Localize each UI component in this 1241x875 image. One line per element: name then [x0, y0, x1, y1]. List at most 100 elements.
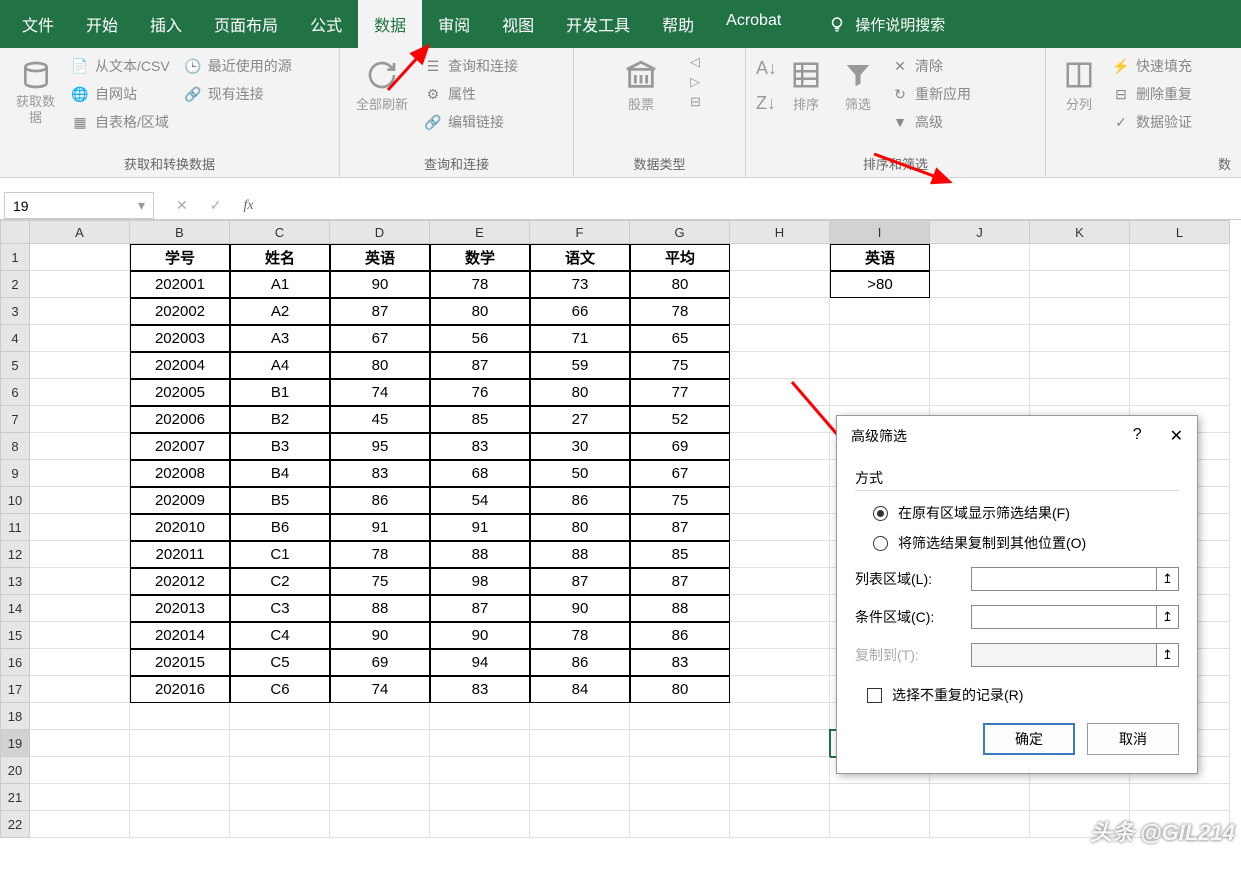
cell[interactable]: 202009 — [130, 487, 230, 514]
cell[interactable] — [730, 487, 830, 514]
cell[interactable] — [730, 460, 830, 487]
cell[interactable] — [330, 784, 430, 811]
cell[interactable]: 27 — [530, 406, 630, 433]
cell[interactable] — [30, 433, 130, 460]
filter-button[interactable]: 筛选 — [835, 54, 881, 117]
row-header[interactable]: 1 — [0, 244, 30, 271]
cell[interactable]: 88 — [430, 541, 530, 568]
dropdown-icon[interactable]: ▾ — [138, 197, 145, 214]
cell[interactable] — [30, 784, 130, 811]
cell[interactable] — [130, 811, 230, 838]
cell[interactable]: A4 — [230, 352, 330, 379]
cell[interactable]: 86 — [330, 487, 430, 514]
cell[interactable] — [530, 730, 630, 757]
row-header[interactable]: 20 — [0, 757, 30, 784]
cell[interactable] — [1130, 244, 1230, 271]
cell[interactable] — [330, 811, 430, 838]
cell[interactable] — [230, 811, 330, 838]
cell[interactable] — [730, 730, 830, 757]
cell[interactable]: 学号 — [130, 244, 230, 271]
cell[interactable] — [230, 784, 330, 811]
cell[interactable] — [730, 541, 830, 568]
cell[interactable] — [1130, 298, 1230, 325]
cell[interactable]: 83 — [630, 649, 730, 676]
cell[interactable]: 88 — [630, 595, 730, 622]
cell[interactable] — [430, 757, 530, 784]
cell[interactable] — [130, 730, 230, 757]
cell[interactable] — [530, 784, 630, 811]
cell[interactable]: 95 — [330, 433, 430, 460]
cell[interactable] — [30, 811, 130, 838]
cell[interactable] — [30, 595, 130, 622]
cell[interactable]: 74 — [330, 379, 430, 406]
cell[interactable] — [630, 703, 730, 730]
tab-文件[interactable]: 文件 — [6, 0, 70, 48]
get-data-button[interactable]: 获取数 据 — [10, 54, 61, 129]
range-picker-icon[interactable]: ↥ — [1157, 605, 1179, 629]
cell[interactable]: 80 — [430, 298, 530, 325]
dialog-help-button[interactable]: ? — [1133, 426, 1142, 446]
cell[interactable] — [730, 379, 830, 406]
column-header[interactable]: K — [1030, 220, 1130, 244]
column-header[interactable]: H — [730, 220, 830, 244]
cell[interactable] — [1030, 784, 1130, 811]
cell[interactable]: C3 — [230, 595, 330, 622]
column-header[interactable]: I — [830, 220, 930, 244]
cell[interactable] — [30, 622, 130, 649]
cell[interactable]: 76 — [430, 379, 530, 406]
column-header[interactable]: F — [530, 220, 630, 244]
cell[interactable] — [230, 730, 330, 757]
cell[interactable]: 202003 — [130, 325, 230, 352]
row-header[interactable]: 15 — [0, 622, 30, 649]
cell[interactable]: 78 — [430, 271, 530, 298]
cell[interactable] — [30, 271, 130, 298]
tab-帮助[interactable]: 帮助 — [646, 0, 710, 48]
cell[interactable] — [730, 244, 830, 271]
cell[interactable] — [730, 649, 830, 676]
cancel-icon[interactable]: ✕ — [176, 197, 188, 214]
enter-icon[interactable]: ✓ — [210, 197, 222, 214]
cell[interactable] — [630, 730, 730, 757]
cell[interactable] — [30, 487, 130, 514]
cell[interactable]: 80 — [630, 676, 730, 703]
cell[interactable]: 86 — [530, 649, 630, 676]
text-to-columns-button[interactable]: 分列 — [1056, 54, 1102, 117]
cell[interactable]: B5 — [230, 487, 330, 514]
cell[interactable]: 80 — [630, 271, 730, 298]
cell[interactable] — [30, 568, 130, 595]
select-all-corner[interactable] — [0, 220, 30, 244]
cell[interactable] — [30, 325, 130, 352]
cell[interactable]: 202016 — [130, 676, 230, 703]
cell[interactable] — [830, 379, 930, 406]
cell[interactable]: A2 — [230, 298, 330, 325]
cell[interactable] — [730, 352, 830, 379]
cell[interactable]: 78 — [330, 541, 430, 568]
cell[interactable] — [130, 757, 230, 784]
cell[interactable]: 202007 — [130, 433, 230, 460]
cell[interactable] — [930, 379, 1030, 406]
cell[interactable] — [630, 757, 730, 784]
cell[interactable] — [30, 379, 130, 406]
cell[interactable]: B6 — [230, 514, 330, 541]
row-header[interactable]: 9 — [0, 460, 30, 487]
cell[interactable]: 59 — [530, 352, 630, 379]
criteria-range-input[interactable] — [971, 605, 1157, 629]
row-header[interactable]: 6 — [0, 379, 30, 406]
cell[interactable] — [330, 730, 430, 757]
cell[interactable] — [1030, 352, 1130, 379]
cell[interactable]: B2 — [230, 406, 330, 433]
row-header[interactable]: 5 — [0, 352, 30, 379]
cell[interactable]: 91 — [430, 514, 530, 541]
cell[interactable] — [30, 676, 130, 703]
cell[interactable] — [730, 676, 830, 703]
cell[interactable] — [830, 811, 930, 838]
row-header[interactable]: 10 — [0, 487, 30, 514]
cell[interactable]: 73 — [530, 271, 630, 298]
cell[interactable]: 202006 — [130, 406, 230, 433]
flash-fill-button[interactable]: ⚡快速填充 — [1108, 54, 1196, 78]
list-range-input[interactable] — [971, 567, 1157, 591]
stocks-button[interactable]: 股票 — [618, 54, 664, 117]
cell[interactable] — [430, 784, 530, 811]
cell[interactable] — [330, 703, 430, 730]
queries-connections-button[interactable]: ☰查询和连接 — [420, 54, 522, 78]
